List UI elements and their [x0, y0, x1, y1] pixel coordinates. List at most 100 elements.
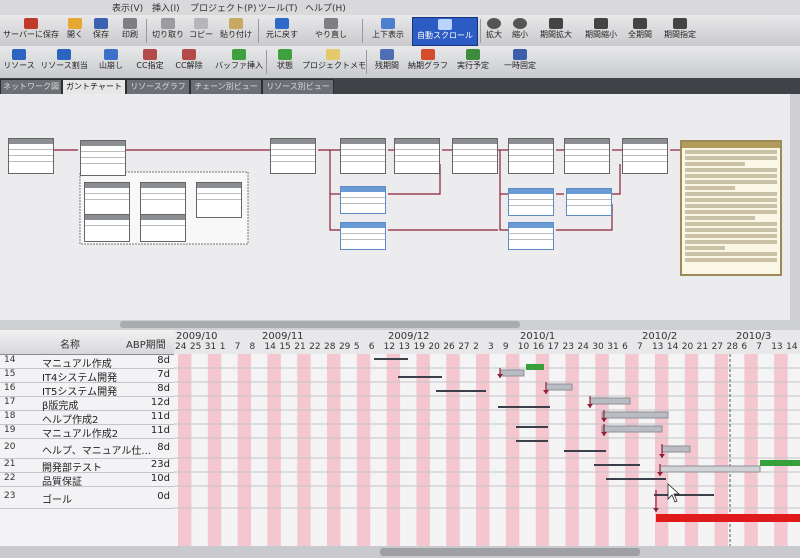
undo-button[interactable]: 元に戻す [262, 17, 302, 44]
network-node[interactable] [270, 138, 316, 174]
copy-button[interactable]: コピー [186, 17, 216, 44]
leveling-icon [104, 49, 118, 60]
menu-help[interactable]: ヘルプ(H) [305, 1, 346, 14]
tab-chain-view[interactable]: チェーン別ビュー [190, 79, 262, 94]
project-memo-button[interactable]: プロジェクトメモ [302, 48, 366, 75]
network-horizontal-scrollbar[interactable] [0, 320, 800, 330]
project-memo-panel[interactable] [680, 140, 782, 276]
network-node[interactable] [508, 138, 554, 174]
temp-fix-button[interactable]: 一時固定 [498, 48, 542, 75]
row-number: 22 [4, 473, 16, 483]
scroll-thumb[interactable] [120, 321, 520, 328]
dependency-arrowhead [587, 404, 593, 408]
redo-button[interactable]: やり直し [310, 17, 352, 44]
save-button[interactable]: 保存 [88, 17, 114, 44]
network-node[interactable] [84, 214, 130, 242]
menu-view[interactable]: 表示(V) [112, 1, 143, 14]
column-header-duration[interactable]: ABP期間 [126, 336, 166, 351]
day-label: 24 [577, 342, 589, 352]
day-label: 31 [204, 342, 217, 352]
weekend-band [476, 354, 490, 546]
table-row[interactable]: 20 ヘルプ、マニュアル仕... 8d [0, 438, 174, 459]
network-node[interactable] [622, 138, 668, 174]
table-row[interactable]: 19 マニュアル作成2 11d [0, 424, 174, 440]
network-node[interactable] [564, 138, 610, 174]
network-node[interactable] [140, 214, 186, 242]
expand-period-button[interactable]: 期間拡大 [534, 17, 578, 44]
deadline-graph-button[interactable]: 納期グラフ [406, 48, 450, 75]
scroll-thumb[interactable] [380, 548, 640, 556]
server-save-button[interactable]: サーバーに保存 [2, 17, 60, 44]
menu-insert[interactable]: 挿入(I) [152, 1, 180, 14]
day-label: 27 [458, 342, 470, 352]
shrink-period-button[interactable]: 期間縮小 [580, 17, 622, 44]
day-label: 6 [368, 342, 375, 352]
auto-scroll-button[interactable]: 自動スクロール [412, 17, 478, 46]
network-node[interactable] [84, 182, 130, 218]
network-vertical-scrollbar[interactable] [790, 94, 800, 320]
network-node[interactable] [394, 138, 440, 174]
network-node[interactable] [452, 138, 498, 174]
task-name: ゴール [42, 495, 72, 506]
task-bar [545, 383, 573, 391]
menu-tools[interactable]: ツール(T) [258, 1, 298, 14]
network-node-feeding[interactable] [508, 188, 554, 216]
leveling-button[interactable]: 山崩し [94, 48, 128, 75]
table-row[interactable]: 15 IT4システム開発 7d [0, 368, 174, 384]
open-button[interactable]: 開く [62, 17, 88, 44]
tab-gantt-chart[interactable]: ガントチャート [62, 79, 126, 94]
cut-button[interactable]: 切り取り [150, 17, 186, 44]
table-row[interactable]: 23 ゴール 0d [0, 486, 174, 509]
cut-icon [161, 18, 175, 29]
network-diagram[interactable] [0, 94, 790, 320]
gantt-chart-area[interactable] [174, 354, 800, 546]
undo-icon [275, 18, 289, 29]
paste-icon [229, 18, 243, 29]
network-node[interactable] [80, 140, 126, 176]
full-period-button[interactable]: 全期間 [624, 17, 656, 44]
resource-assign-button[interactable]: リソース割当 [38, 48, 90, 75]
resource-button[interactable]: リソース [2, 48, 36, 75]
table-row[interactable]: 18 ヘルプ作成2 11d [0, 410, 174, 426]
network-node[interactable] [140, 182, 186, 218]
network-node[interactable] [196, 182, 242, 218]
tab-network-diagram[interactable]: ネットワーク図 [0, 79, 62, 94]
zoom-out-icon [513, 18, 527, 29]
table-row[interactable]: 16 IT5システム開発 8d [0, 382, 174, 398]
zoom-out-button[interactable]: 縮小 [508, 17, 532, 44]
task-bar [661, 445, 691, 453]
day-label: 20 [681, 342, 694, 352]
execution-plan-button[interactable]: 実行予定 [452, 48, 494, 75]
cc-release-button[interactable]: CC解除 [170, 48, 208, 75]
network-node-feeding[interactable] [566, 188, 612, 216]
baseline-bar [398, 376, 442, 378]
cc-specify-button[interactable]: CC指定 [132, 48, 168, 75]
table-row[interactable]: 17 β版完成 12d [0, 396, 174, 412]
column-header-name[interactable]: 名称 [60, 336, 80, 351]
tab-resource-graph[interactable]: リソースグラフ [126, 79, 190, 94]
status-button[interactable]: 状態 [270, 48, 300, 75]
day-label: 29 [338, 342, 351, 352]
table-row[interactable]: 14 マニュアル作成 8d [0, 354, 174, 370]
task-bar [589, 397, 631, 405]
table-row[interactable]: 22 品質保証 10d [0, 472, 174, 488]
print-button[interactable]: 印刷 [116, 17, 144, 44]
buffer-insert-button[interactable]: バッファ挿入 [214, 48, 264, 75]
menu-project[interactable]: プロジェクト(P) [190, 1, 256, 14]
network-node-feeding[interactable] [340, 222, 386, 250]
network-node[interactable] [340, 138, 386, 174]
zoom-in-button[interactable]: 拡大 [482, 17, 506, 44]
gantt-panel: 名称 ABP期間 2009/10 2009/11 2009/12 2010/1 … [0, 330, 800, 558]
resource-icon [12, 49, 26, 60]
tab-resource-view[interactable]: リソース別ビュー [262, 79, 334, 94]
remaining-period-button[interactable]: 残期間 [370, 48, 404, 75]
table-row[interactable]: 21 開発部テスト 23d [0, 458, 174, 474]
specify-period-button[interactable]: 期間指定 [658, 17, 702, 44]
day-label: 1 [219, 342, 226, 352]
network-node-feeding[interactable] [340, 186, 386, 214]
network-node[interactable] [8, 138, 54, 174]
split-view-button[interactable]: 上下表示 [366, 17, 410, 44]
paste-button[interactable]: 貼り付け [216, 17, 256, 44]
gantt-horizontal-scrollbar[interactable] [0, 546, 800, 558]
network-node-feeding[interactable] [508, 222, 554, 250]
